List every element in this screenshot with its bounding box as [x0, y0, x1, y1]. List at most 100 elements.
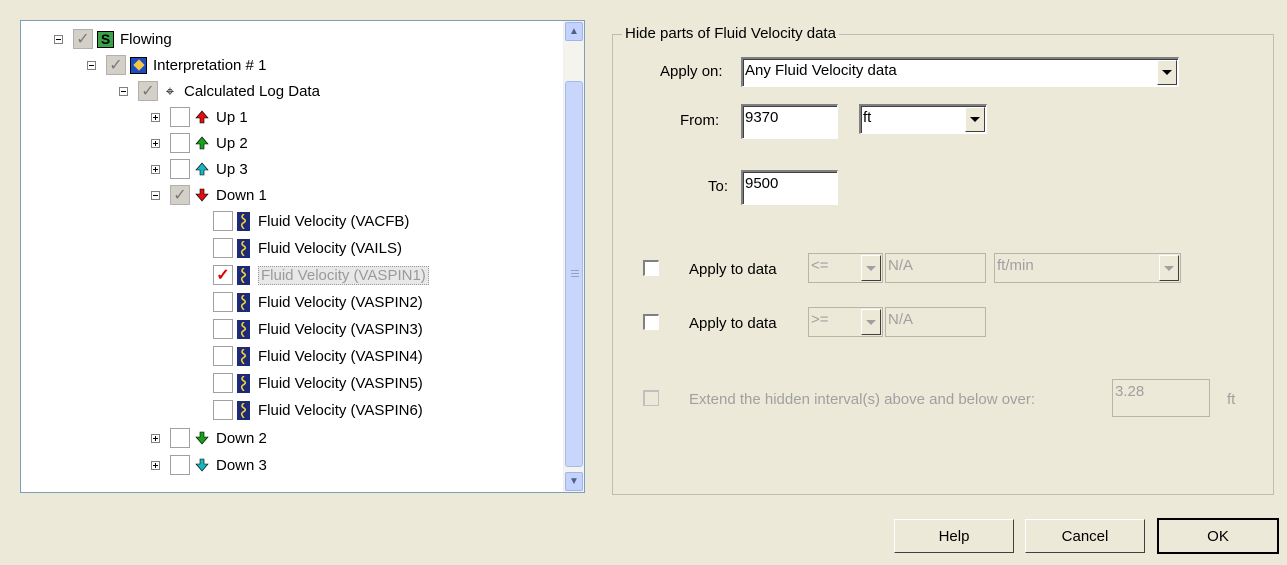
to-value: 9500	[745, 175, 779, 192]
tree-checkbox[interactable]	[213, 211, 233, 231]
fluid-velocity-icon	[237, 238, 250, 258]
apply-on-select[interactable]: Any Fluid Velocity data	[741, 57, 1179, 87]
tree-node-up-1[interactable]: Up 1	[151, 104, 248, 130]
tree-leaf-fluid-velocity[interactable]: Fluid Velocity (VASPIN4)	[213, 343, 423, 369]
tree-leaf-fluid-velocity[interactable]: Fluid Velocity (VASPIN6)	[213, 397, 423, 423]
collapse-icon[interactable]	[87, 60, 96, 70]
fluid-velocity-icon	[237, 211, 250, 231]
apply-1-operator-select[interactable]: <=	[808, 253, 883, 283]
apply-on-label: Apply on:	[660, 63, 723, 80]
apply-to-data-1-checkbox[interactable]	[643, 260, 659, 276]
apply-2-operator-select[interactable]: >=	[808, 307, 883, 337]
cancel-button[interactable]: Cancel	[1025, 519, 1145, 553]
apply-1-unit-select[interactable]: ft/min	[994, 253, 1181, 283]
tree-leaf-label: Fluid Velocity (VAILS)	[258, 239, 402, 257]
tree-checkbox[interactable]: ✓	[73, 29, 93, 49]
tree-checkbox[interactable]	[170, 455, 190, 475]
ok-button[interactable]: OK	[1157, 518, 1279, 554]
tree-leaf-fluid-velocity[interactable]: ✓ Fluid Velocity (VASPIN1)	[213, 262, 429, 288]
collapse-icon[interactable]	[151, 190, 160, 200]
up-arrow-icon	[194, 135, 210, 151]
scroll-up-icon[interactable]: ▲	[565, 22, 583, 41]
extend-interval-checkbox[interactable]	[643, 390, 659, 406]
tree-leaf-label: Fluid Velocity (VASPIN3)	[258, 320, 423, 338]
fluid-velocity-icon	[237, 373, 250, 393]
tree-checkbox[interactable]	[170, 428, 190, 448]
tree-leaf-fluid-velocity[interactable]: Fluid Velocity (VASPIN3)	[213, 316, 423, 342]
down-arrow-icon	[194, 187, 210, 203]
scrollbar-thumb[interactable]	[565, 81, 583, 467]
extend-interval-label: Extend the hidden interval(s) above and …	[689, 391, 1036, 408]
tree-leaf-fluid-velocity[interactable]: Fluid Velocity (VASPIN5)	[213, 370, 423, 396]
tree-node-label: Flowing	[120, 30, 172, 48]
tree-node-flowing[interactable]: ✓ S Flowing	[54, 26, 172, 52]
tree-node-label: Up 2	[216, 134, 248, 152]
apply-to-data-2-checkbox[interactable]	[643, 314, 659, 330]
chevron-down-icon[interactable]	[1159, 255, 1179, 281]
tree-checkbox[interactable]	[213, 373, 233, 393]
cancel-button-label: Cancel	[1061, 527, 1109, 545]
tree-checkbox[interactable]	[213, 238, 233, 258]
expand-icon[interactable]	[151, 433, 160, 443]
tree-node-down-1[interactable]: ✓ Down 1	[151, 182, 267, 208]
chevron-down-icon[interactable]	[965, 107, 985, 132]
ok-button-label: OK	[1207, 527, 1229, 545]
tree-checkbox[interactable]: ✓	[106, 55, 126, 75]
tree-node-up-2[interactable]: Up 2	[151, 130, 248, 156]
fluid-velocity-icon	[237, 319, 250, 339]
help-button-label: Help	[938, 527, 970, 545]
tree-checkbox[interactable]	[213, 400, 233, 420]
apply-2-value-input[interactable]: N/A	[885, 307, 986, 337]
tree-node-up-3[interactable]: Up 3	[151, 156, 248, 182]
collapse-icon[interactable]	[119, 86, 128, 96]
from-value: 9370	[745, 109, 779, 126]
tree-checkbox[interactable]	[213, 319, 233, 339]
tree-node-down-3[interactable]: Down 3	[151, 452, 267, 478]
extend-value: 3.28	[1115, 383, 1145, 400]
log-data-icon: ⌖	[165, 82, 175, 100]
chevron-down-icon[interactable]	[861, 255, 881, 281]
from-input[interactable]: 9370	[741, 104, 838, 139]
from-unit-value: ft	[863, 109, 872, 126]
tree-node-calculated-log-data[interactable]: ✓ ⌖ Calculated Log Data	[119, 78, 320, 104]
tree-checkbox[interactable]	[170, 107, 190, 127]
operator-value: >=	[811, 311, 829, 328]
s-icon: S	[97, 30, 114, 48]
tree-leaf-fluid-velocity[interactable]: Fluid Velocity (VAILS)	[213, 235, 402, 261]
expand-icon[interactable]	[151, 112, 160, 122]
extend-value-input[interactable]: 3.28	[1112, 379, 1210, 417]
tree-checkbox[interactable]	[213, 292, 233, 312]
tree-node-down-2[interactable]: Down 2	[151, 425, 267, 451]
tree-checkbox[interactable]: ✓	[170, 185, 190, 205]
fluid-velocity-icon	[237, 400, 250, 420]
vertical-scrollbar[interactable]: ▲ ▼	[563, 21, 584, 492]
expand-icon[interactable]	[151, 460, 160, 470]
interpretation-icon	[130, 56, 147, 74]
tree-leaf-fluid-velocity[interactable]: Fluid Velocity (VASPIN2)	[213, 289, 423, 315]
tree-leaf-fluid-velocity[interactable]: Fluid Velocity (VACFB)	[213, 208, 409, 234]
extend-unit-label: ft	[1227, 391, 1236, 408]
tree-leaf-label: Fluid Velocity (VASPIN6)	[258, 401, 423, 419]
from-label: From:	[680, 112, 720, 129]
scroll-down-icon[interactable]: ▼	[565, 472, 583, 491]
help-button[interactable]: Help	[894, 519, 1014, 553]
tree-checkbox[interactable]	[170, 133, 190, 153]
tree-checkbox[interactable]: ✓	[213, 265, 233, 285]
apply-to-data-2-label: Apply to data	[689, 315, 777, 332]
tree-node-label: Down 2	[216, 429, 267, 447]
tree-checkbox[interactable]	[170, 159, 190, 179]
expand-icon[interactable]	[151, 164, 160, 174]
collapse-icon[interactable]	[54, 34, 63, 44]
tree-checkbox[interactable]	[213, 346, 233, 366]
expand-icon[interactable]	[151, 138, 160, 148]
apply-1-value-input[interactable]: N/A	[885, 253, 986, 283]
chevron-down-icon[interactable]	[861, 309, 881, 335]
tree-view[interactable]: ✓ S Flowing ✓ Interpretation # 1 ✓ ⌖ Cal…	[20, 20, 585, 493]
tree-checkbox[interactable]: ✓	[138, 81, 158, 101]
group-title: Hide parts of Fluid Velocity data	[622, 25, 839, 42]
from-unit-select[interactable]: ft	[859, 104, 987, 134]
tree-leaf-label: Fluid Velocity (VACFB)	[258, 212, 410, 230]
chevron-down-icon[interactable]	[1157, 60, 1177, 85]
to-input[interactable]: 9500	[741, 170, 838, 205]
tree-node-interpretation[interactable]: ✓ Interpretation # 1	[87, 52, 266, 78]
